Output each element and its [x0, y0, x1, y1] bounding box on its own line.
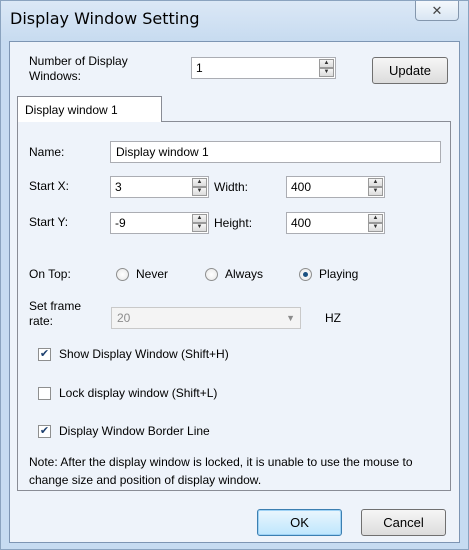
radio-always[interactable] — [205, 268, 218, 281]
name-value: Display window 1 — [116, 145, 209, 159]
num-windows-label: Number of Display Windows: — [29, 54, 128, 83]
num-windows-value: 1 — [196, 61, 203, 75]
height-stepper[interactable]: 400 ▲ ▼ — [286, 212, 385, 234]
on-top-label: On Top: — [29, 267, 71, 281]
spin-up-icon[interactable]: ▲ — [368, 178, 383, 187]
spin-down-icon[interactable]: ▼ — [368, 187, 383, 196]
note-text: Note: After the display window is locked… — [29, 455, 413, 487]
radio-always-label: Always — [225, 267, 264, 281]
radio-never-label: Never — [136, 267, 169, 281]
title-bar[interactable]: Display Window Setting ✕ — [1, 1, 468, 41]
check-icon: ✔ — [39, 348, 50, 360]
name-label: Name: — [29, 145, 65, 159]
border-line-label: Display Window Border Line — [59, 424, 210, 438]
chevron-down-icon: ▼ — [286, 313, 295, 323]
dialog-window: Display Window Setting ✕ Number of Displ… — [0, 0, 469, 550]
lock-display-window-checkbox[interactable] — [38, 387, 51, 400]
start-x-stepper[interactable]: 3 ▲ ▼ — [110, 176, 209, 198]
tab-display-window-1[interactable]: Display window 1 — [17, 96, 162, 122]
radio-playing-label: Playing — [319, 267, 359, 281]
num-windows-stepper[interactable]: 1 ▲ ▼ — [191, 57, 336, 79]
close-icon: ✕ — [431, 3, 443, 18]
update-button[interactable]: Update — [372, 57, 448, 84]
ok-button[interactable]: OK — [257, 509, 342, 536]
radio-never[interactable] — [116, 268, 129, 281]
spin-up-icon[interactable]: ▲ — [192, 214, 207, 223]
width-label: Width: — [214, 180, 249, 194]
show-display-window-label: Show Display Window (Shift+H) — [59, 347, 229, 361]
start-x-label: Start X: — [29, 179, 70, 193]
start-y-value: -9 — [115, 216, 126, 230]
cancel-button[interactable]: Cancel — [361, 509, 446, 536]
spin-down-icon[interactable]: ▼ — [192, 187, 207, 196]
height-label: Height: — [214, 216, 253, 230]
spin-up-icon[interactable]: ▲ — [319, 59, 334, 68]
width-stepper[interactable]: 400 ▲ ▼ — [286, 176, 385, 198]
spin-up-icon[interactable]: ▲ — [192, 178, 207, 187]
spin-down-icon[interactable]: ▼ — [368, 223, 383, 232]
check-icon: ✔ — [39, 425, 50, 437]
width-value: 400 — [291, 180, 312, 194]
show-display-window-checkbox[interactable]: ✔ — [38, 348, 51, 361]
close-button[interactable]: ✕ — [415, 1, 459, 21]
start-y-stepper[interactable]: -9 ▲ ▼ — [110, 212, 209, 234]
tab-panel: Name: Display window 1 Start X: 3 ▲ ▼ Wi… — [17, 121, 451, 491]
lock-display-window-label: Lock display window (Shift+L) — [59, 386, 218, 400]
spin-down-icon[interactable]: ▼ — [319, 68, 334, 77]
spin-down-icon[interactable]: ▼ — [192, 223, 207, 232]
frame-rate-value: 20 — [117, 311, 131, 325]
frame-rate-label: Set frame rate: — [29, 299, 82, 328]
tab-label: Display window 1 — [25, 103, 118, 117]
height-value: 400 — [291, 216, 312, 230]
dialog-client-area: Number of Display Windows: 1 ▲ ▼ Update … — [9, 41, 460, 543]
frame-rate-unit: HZ — [325, 311, 341, 325]
start-y-label: Start Y: — [29, 215, 69, 229]
spin-up-icon[interactable]: ▲ — [368, 214, 383, 223]
radio-playing[interactable] — [299, 268, 312, 281]
window-title: Display Window Setting — [10, 9, 200, 28]
start-x-value: 3 — [115, 180, 122, 194]
frame-rate-select[interactable]: 20 ▼ — [111, 307, 301, 329]
border-line-checkbox[interactable]: ✔ — [38, 425, 51, 438]
name-input[interactable]: Display window 1 — [110, 141, 441, 163]
